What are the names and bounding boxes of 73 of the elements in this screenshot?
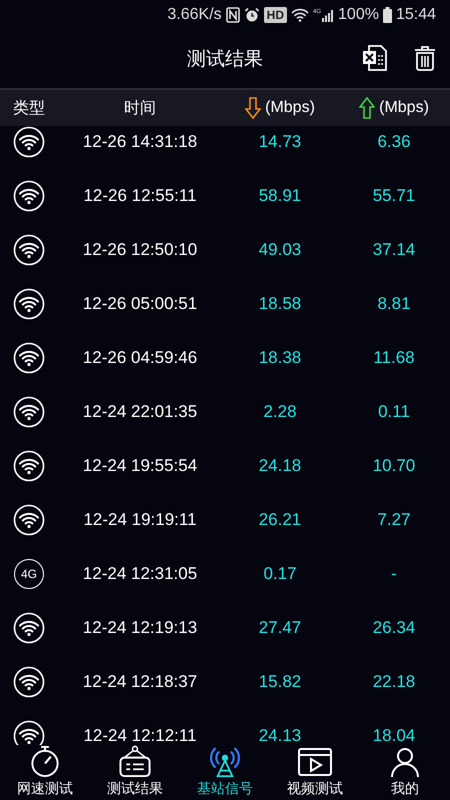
time-cell-text: 12-26 05:00:51 [82, 294, 198, 314]
upload-speed-cell-text: 37.14 [372, 240, 416, 260]
network-speed: 3.66K/s [167, 6, 222, 24]
wifi-icon [13, 288, 45, 320]
time-cell-text: 12-24 12:19:13 [82, 618, 198, 638]
time-cell-text: 12-24 19:19:11 [82, 510, 198, 530]
wifi-icon [291, 8, 310, 22]
wifi-icon [13, 396, 45, 428]
time-cell-text: 12-24 12:12:11 [82, 726, 198, 745]
column-header: 类型 [13, 98, 45, 118]
export-excel-button[interactable] [360, 42, 390, 74]
upload-speed-cell-text: - [390, 564, 398, 584]
time-cell-text: 12-26 12:50:10 [82, 240, 198, 260]
video-icon [297, 746, 333, 778]
clock: 15:44 [396, 6, 436, 24]
upload-speed-cell-text: 10.70 [372, 456, 416, 476]
wifi-icon [13, 450, 45, 482]
upload-speed-cell-text: 8.81 [376, 294, 412, 314]
battery-icon [382, 7, 392, 23]
download-speed-cell-text: 58.91 [258, 186, 302, 206]
column-header: (Mbps) [379, 99, 429, 117]
download-speed-cell-text: 49.03 [258, 240, 302, 260]
upload-speed-cell-text: 22.18 [372, 672, 416, 692]
download-speed-cell-text: 26.21 [258, 510, 302, 530]
time-cell-text: 12-26 04:59:46 [82, 348, 198, 368]
alarm-icon [244, 7, 260, 23]
upload-speed-cell-text: 0.11 [377, 402, 411, 422]
download-speed-cell-text: 14.73 [258, 132, 302, 152]
nav-tab[interactable]: 我的 [360, 745, 450, 800]
download-speed-cell-text: 2.28 [262, 402, 298, 422]
time-cell-text: 12-24 12:18:37 [82, 672, 198, 692]
download-speed-cell-text: 15.82 [258, 672, 302, 692]
column-header: 时间 [124, 98, 156, 118]
wifi-icon [13, 180, 45, 212]
nav-tab[interactable]: 视频测试 [270, 745, 360, 800]
download-speed-cell-text: 24.18 [258, 456, 302, 476]
network-type-icon: 4G [14, 559, 44, 589]
signal-icon [322, 8, 334, 22]
time-cell-text: 12-26 12:55:11 [82, 186, 198, 206]
upload-speed-cell-text: 26.34 [372, 618, 416, 638]
nfc-icon [226, 7, 240, 23]
battery-percent: 100% [338, 6, 379, 24]
time-cell-text: 12-24 12:31:05 [82, 564, 198, 584]
nav-tab[interactable]: 基站信号 [180, 745, 270, 800]
nav-tab[interactable]: 网速测试 [0, 745, 90, 800]
wifi-icon [13, 234, 45, 266]
download-arrow-icon [245, 97, 262, 119]
wifi-icon [13, 666, 45, 698]
wifi-icon [13, 612, 45, 644]
time-cell-text: 12-24 22:01:35 [82, 402, 198, 422]
hd-badge: HD [264, 7, 288, 23]
download-speed-cell-text: 18.38 [258, 348, 302, 368]
screen-title: 测试结果 [187, 48, 263, 72]
download-speed-cell-text: 18.58 [258, 294, 302, 314]
upload-arrow-icon [359, 97, 376, 119]
time-cell-text: 12-26 14:31:18 [82, 132, 198, 152]
download-speed-cell-text: 24.13 [258, 726, 302, 745]
upload-speed-cell-text: 18.04 [372, 726, 416, 745]
upload-speed-cell-text: 55.71 [372, 186, 416, 206]
signboard-icon [117, 745, 153, 778]
download-speed-cell-text: 27.47 [258, 618, 302, 638]
upload-speed-cell-text: 11.68 [372, 348, 416, 368]
upload-speed-cell-text: 7.27 [376, 510, 412, 530]
wifi-icon [13, 126, 45, 158]
wifi-icon [13, 504, 45, 536]
upload-speed-cell-text: 6.36 [376, 132, 412, 152]
nav-tab[interactable]: 测试结果 [90, 745, 180, 800]
person-icon [389, 746, 421, 778]
column-header: (Mbps) [265, 99, 315, 117]
download-speed-cell-text: 0.17 [262, 564, 298, 584]
wifi-icon [13, 342, 45, 374]
wifi-icon [13, 720, 45, 745]
time-cell-text: 12-24 19:55:54 [82, 456, 198, 476]
